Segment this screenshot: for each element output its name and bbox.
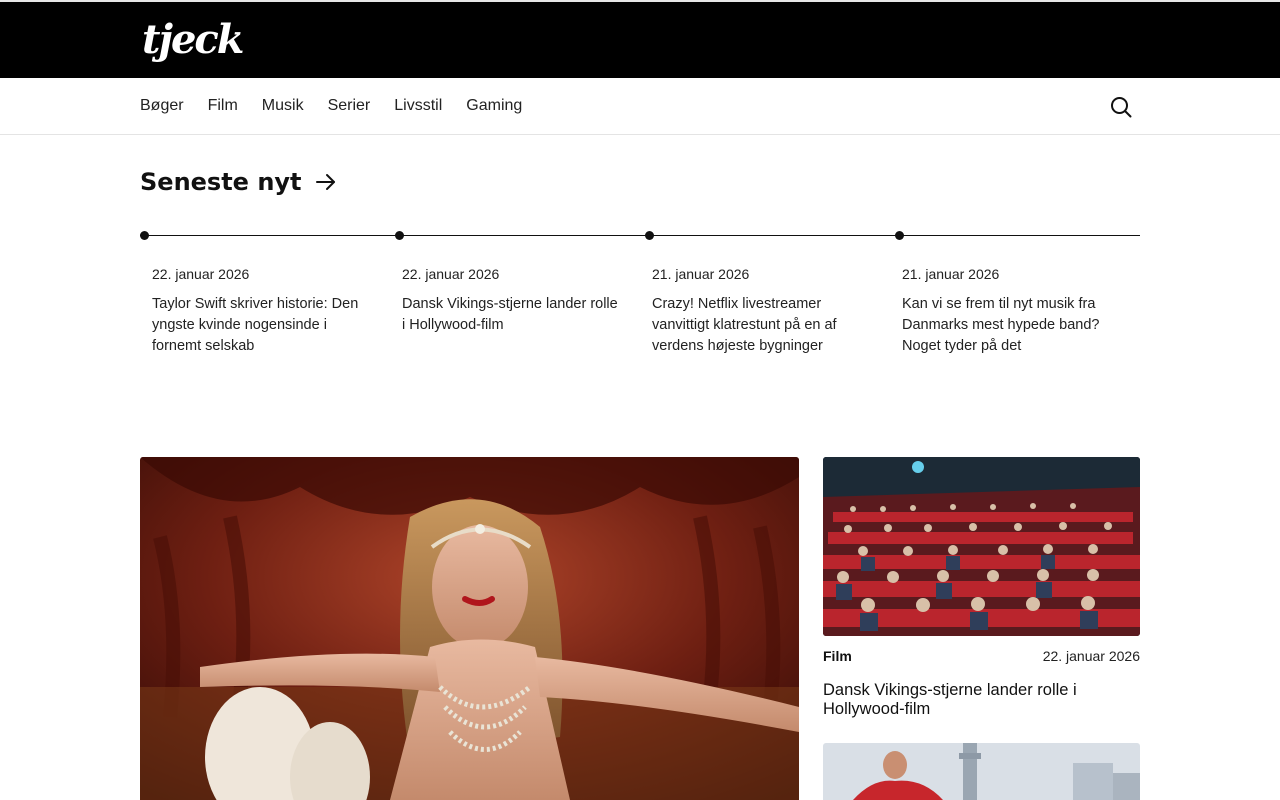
search-button[interactable] (1106, 92, 1136, 122)
nav-item-musik[interactable]: Musik (262, 97, 304, 114)
timeline-dot (895, 231, 904, 240)
hero-photo (140, 457, 799, 800)
latest-news-item[interactable]: 21. januar 2026 Crazy! Netflix livestrea… (652, 262, 872, 357)
nav-list: Bøger Film Musik Serier Livsstil Gaming (140, 78, 546, 134)
section-title: Seneste nyt (140, 168, 302, 196)
city-photo (823, 743, 1140, 800)
news-date: 22. januar 2026 (152, 266, 250, 282)
card-category[interactable]: Film (823, 648, 852, 664)
cinema-photo (823, 457, 1140, 636)
timeline-dot (395, 231, 404, 240)
search-icon (1111, 97, 1132, 118)
latest-news-link[interactable]: Seneste nyt (140, 168, 338, 196)
latest-news-item[interactable]: 22. januar 2026 Dansk Vikings-stjerne la… (402, 262, 622, 336)
news-title[interactable]: Crazy! Netflix livestreamer vanvittigt k… (652, 294, 872, 357)
nav-item-gaming[interactable]: Gaming (466, 97, 522, 114)
news-title[interactable]: Taylor Swift skriver historie: Den yngst… (152, 294, 372, 357)
news-date: 21. januar 2026 (902, 266, 1000, 282)
nav-item-film[interactable]: Film (208, 97, 238, 114)
timeline-dot (140, 231, 149, 240)
site-logo[interactable]: tjeck (142, 16, 244, 64)
news-date: 22. januar 2026 (402, 266, 500, 282)
nav-item-serier[interactable]: Serier (328, 97, 371, 114)
nav-item-livsstil[interactable]: Livsstil (394, 97, 442, 114)
timeline-dot (645, 231, 654, 240)
main-nav: Bøger Film Musik Serier Livsstil Gaming (0, 78, 1280, 135)
arrow-right-icon (315, 174, 335, 190)
timeline-line (140, 235, 1140, 236)
card-date: 22. januar 2026 (1042, 648, 1140, 664)
hero-article-image[interactable] (140, 457, 799, 800)
news-title[interactable]: Dansk Vikings-stjerne lander rolle i Hol… (402, 294, 622, 336)
card-image[interactable] (823, 743, 1140, 800)
site-header: tjeck (0, 0, 1280, 78)
news-date: 21. januar 2026 (652, 266, 750, 282)
card-image[interactable] (823, 457, 1140, 636)
card-title[interactable]: Dansk Vikings-stjerne lander rolle i Hol… (823, 681, 1140, 719)
latest-news-item[interactable]: 21. januar 2026 Kan vi se frem til nyt m… (902, 262, 1122, 357)
nav-item-boger[interactable]: Bøger (140, 97, 184, 114)
latest-news-item[interactable]: 22. januar 2026 Taylor Swift skriver his… (152, 262, 372, 357)
news-title[interactable]: Kan vi se frem til nyt musik fra Danmark… (902, 294, 1122, 357)
